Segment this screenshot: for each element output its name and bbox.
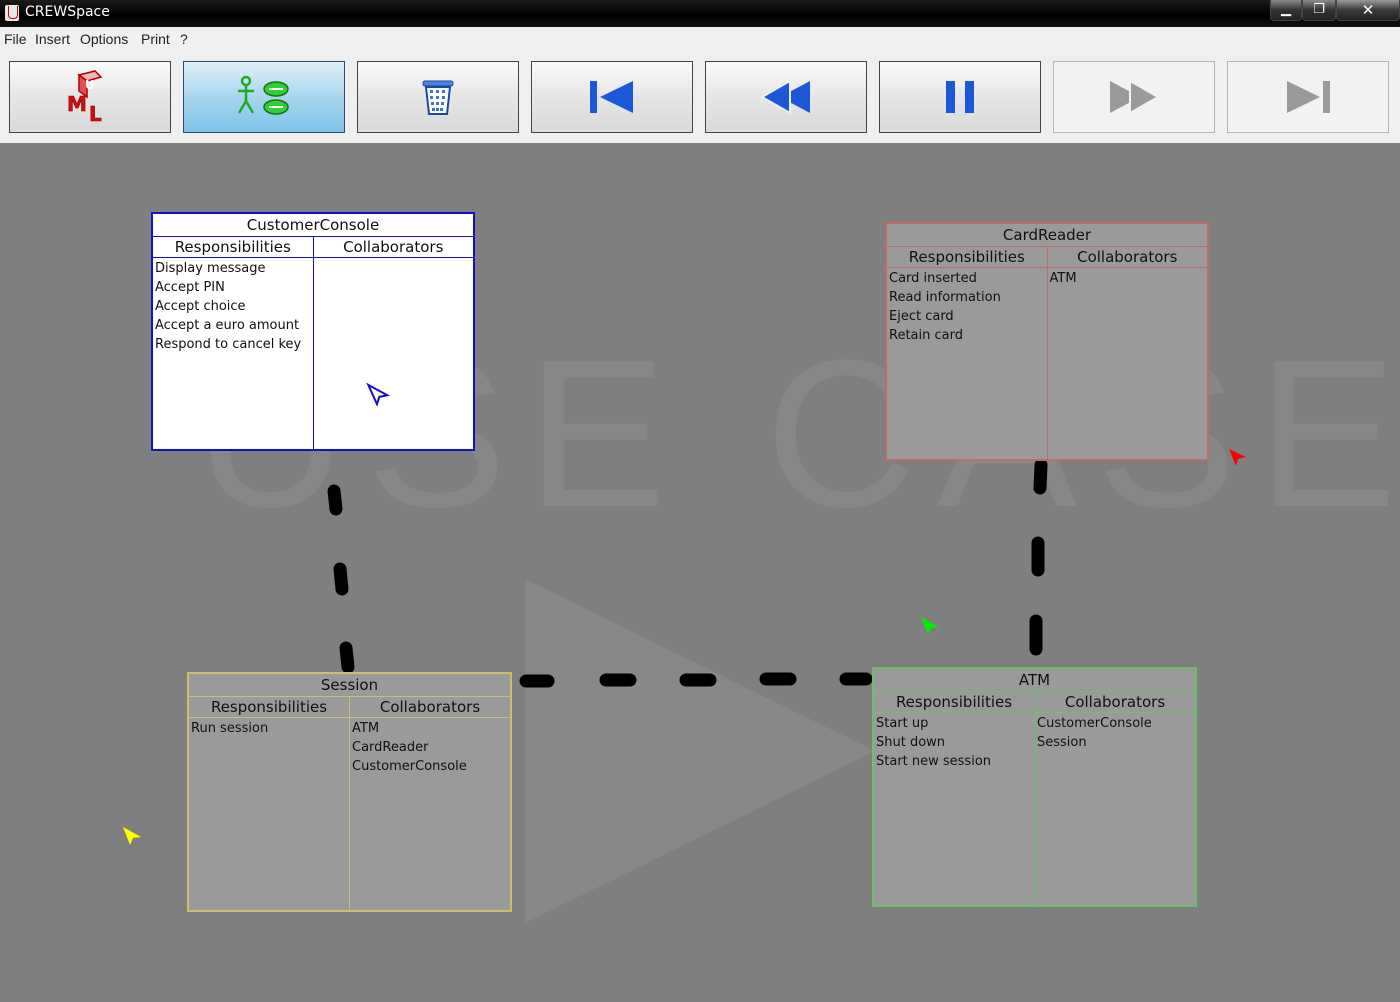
menu-print[interactable]: Print	[141, 31, 170, 47]
menu-help[interactable]: ?	[180, 31, 188, 47]
svg-text:L: L	[89, 102, 102, 125]
link-customerconsole-session	[327, 484, 343, 516]
responsibilities-header: Responsibilities	[874, 692, 1035, 712]
maximize-button[interactable]: ❐	[1302, 0, 1336, 21]
responsibilities-header: Responsibilities	[189, 697, 350, 717]
delete-button[interactable]	[357, 61, 519, 133]
responsibility-item[interactable]: Card inserted	[889, 269, 1045, 288]
menu-bar: File Insert Options Print ?	[0, 27, 1400, 53]
collaborator-item[interactable]: CustomerConsole	[1037, 714, 1193, 733]
blue-user-cursor-icon	[366, 382, 391, 407]
toolbar: U M L	[0, 53, 1400, 143]
collaborators-list	[314, 258, 474, 449]
responsibilities-header: Responsibilities	[153, 237, 314, 257]
responsibility-item[interactable]: Start new session	[876, 752, 1032, 771]
uml-button[interactable]: U M L	[9, 61, 171, 133]
green-user-cursor-icon	[921, 617, 939, 635]
crc-canvas[interactable]: USE CASE CustomerConsole Responsibilitie…	[0, 143, 1400, 1002]
svg-text:M: M	[67, 92, 87, 116]
last-button[interactable]	[1227, 61, 1389, 133]
collaborators-header: Collaborators	[1077, 248, 1178, 266]
collaborators-header: Collaborators	[343, 238, 444, 256]
responsibilities-header: Responsibilities	[887, 247, 1048, 267]
close-button[interactable]: ✕	[1336, 0, 1400, 21]
collaborators-list: ATM CardReader CustomerConsole	[350, 718, 510, 910]
first-button[interactable]	[531, 61, 693, 133]
responsibilities-list: Card inserted Read information Eject car…	[887, 268, 1048, 459]
collaborator-item[interactable]: CardReader	[352, 738, 508, 757]
title-bar: CREWSpace ▁ ❐ ✕	[0, 0, 1400, 27]
rewind-button[interactable]	[705, 61, 867, 133]
crc-card-cardreader[interactable]: CardReader Responsibilities Collaborator…	[885, 222, 1209, 461]
menu-insert[interactable]: Insert	[35, 31, 70, 47]
collaborator-item[interactable]: ATM	[1050, 269, 1206, 288]
responsibility-item[interactable]: Accept PIN	[155, 278, 311, 297]
uml-icon: U M L	[67, 70, 103, 125]
card-title: CardReader	[887, 224, 1207, 247]
fast-forward-icon	[1110, 79, 1160, 115]
responsibility-item[interactable]: Start up	[876, 714, 1032, 733]
pause-icon	[946, 81, 974, 113]
crc-card-customerconsole[interactable]: CustomerConsole Responsibilities Collabo…	[151, 212, 475, 451]
card-title: ATM	[874, 669, 1195, 692]
collaborator-item[interactable]: ATM	[352, 719, 508, 738]
crc-mode-button[interactable]	[183, 61, 345, 133]
red-user-cursor-icon	[1229, 449, 1246, 466]
svg-text:U: U	[85, 78, 95, 92]
responsibility-item[interactable]: Read information	[889, 288, 1045, 307]
pause-button[interactable]	[879, 61, 1041, 133]
crc-card-session[interactable]: Session Responsibilities Collaborators R…	[187, 672, 512, 912]
rewind-icon	[760, 79, 810, 115]
yellow-user-cursor-icon	[123, 827, 141, 845]
skip-start-icon	[590, 81, 633, 113]
collaborators-header: Collaborators	[1064, 693, 1166, 711]
responsibility-item[interactable]: Accept a euro amount	[155, 316, 311, 335]
skip-end-icon	[1287, 81, 1330, 113]
link-cardreader-atm	[1033, 458, 1048, 495]
java-app-icon	[5, 5, 19, 21]
forward-button[interactable]	[1053, 61, 1215, 133]
crc-card-atm[interactable]: ATM Responsibilities Collaborators Start…	[872, 667, 1197, 907]
responsibility-item[interactable]: Respond to cancel key	[155, 335, 311, 354]
menu-file[interactable]: File	[4, 31, 27, 47]
collaborators-list: CustomerConsole Session	[1035, 713, 1195, 905]
collaborators-list: ATM	[1048, 268, 1208, 459]
responsibilities-list: Run session	[189, 718, 350, 910]
card-title: CustomerConsole	[153, 214, 473, 237]
responsibility-item[interactable]: Accept choice	[155, 297, 311, 316]
crc-icon	[237, 75, 289, 115]
responsibilities-list: Display message Accept PIN Accept choice…	[153, 258, 314, 449]
responsibility-item[interactable]: Display message	[155, 259, 311, 278]
responsibility-item[interactable]: Retain card	[889, 326, 1045, 345]
window-title: CREWSpace	[25, 4, 110, 20]
collaborator-item[interactable]: CustomerConsole	[352, 757, 508, 776]
collaborator-item[interactable]: Session	[1037, 733, 1193, 752]
responsibility-item[interactable]: Shut down	[876, 733, 1032, 752]
responsibility-item[interactable]: Eject card	[889, 307, 1045, 326]
minimize-button[interactable]: ▁	[1270, 0, 1302, 21]
trash-icon	[422, 80, 454, 115]
menu-options[interactable]: Options	[80, 31, 128, 47]
responsibility-item[interactable]: Run session	[191, 719, 347, 738]
card-title: Session	[189, 674, 510, 697]
responsibilities-list: Start up Shut down Start new session	[874, 713, 1035, 905]
collaborators-header: Collaborators	[379, 698, 481, 716]
